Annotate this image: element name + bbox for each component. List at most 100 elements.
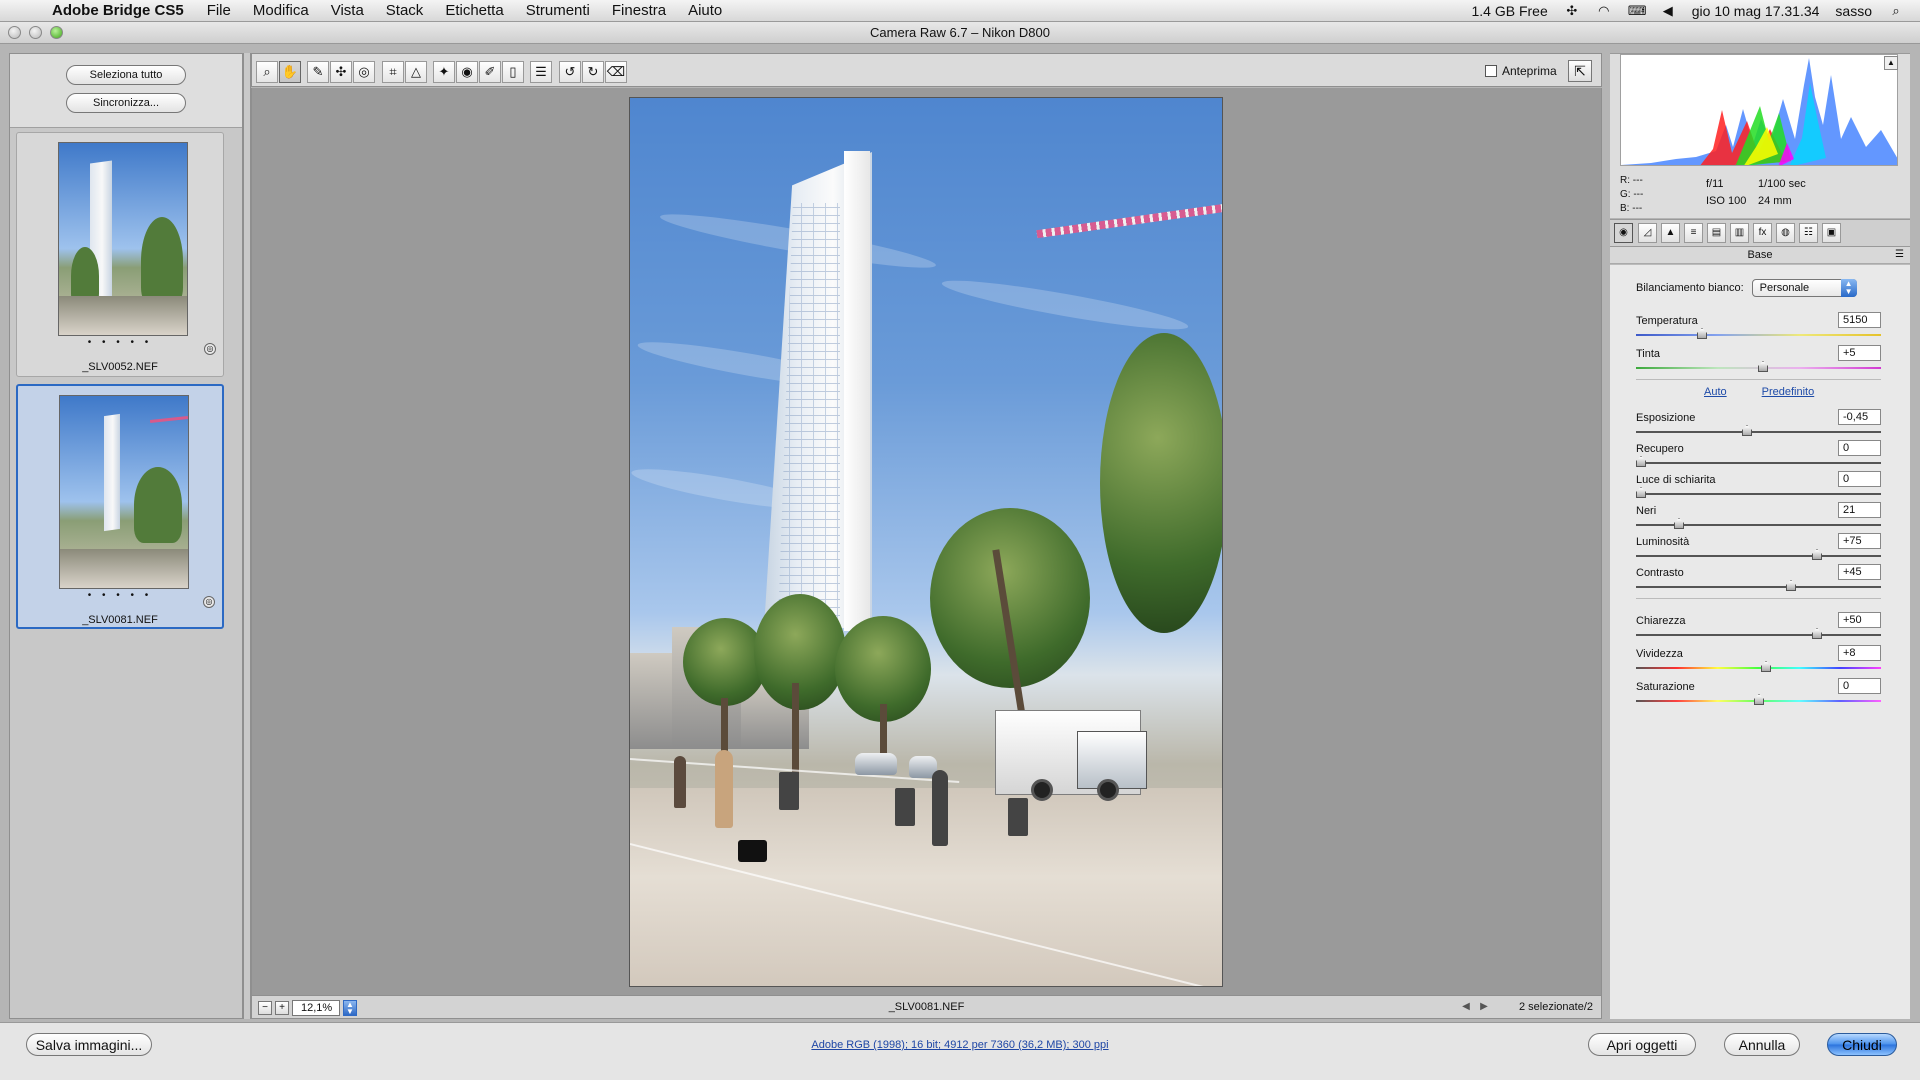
menu-file[interactable]: File (196, 2, 242, 19)
date-time[interactable]: gio 10 mag 17.31.34 (1692, 3, 1820, 19)
settings-badge-icon[interactable]: ◎ (203, 596, 215, 608)
thumbnail-slv0052[interactable]: • • • • • ◎ _SLV0052.NEF (16, 132, 224, 377)
menu-aiuto[interactable]: Aiuto (677, 2, 733, 19)
menu-stack[interactable]: Stack (375, 2, 435, 19)
slider-value[interactable]: 0 (1838, 440, 1881, 456)
slider-value[interactable]: +5 (1838, 345, 1881, 361)
slider-thumb[interactable] (1812, 549, 1822, 560)
slider-track[interactable] (1636, 462, 1881, 464)
zoom-window-icon[interactable] (50, 26, 63, 39)
rotate-left-icon[interactable]: ↺ (559, 61, 581, 83)
slider-track[interactable] (1636, 555, 1881, 557)
slider-track[interactable] (1636, 334, 1881, 336)
select-all-button[interactable]: Seleziona tutto (66, 65, 186, 85)
bluetooth-icon[interactable]: ✣ (1564, 3, 1580, 18)
fullscreen-toggle-icon[interactable]: ⇱ (1568, 60, 1592, 82)
highlight-clipping-warning-icon[interactable]: ▲ (1884, 56, 1898, 70)
camera-calibration-icon[interactable]: ◍ (1776, 223, 1795, 243)
rotate-right-icon[interactable]: ↻ (582, 61, 604, 83)
close-button[interactable]: Chiudi (1827, 1033, 1897, 1056)
white-balance-select[interactable]: Personale ▲ ▼ (1751, 279, 1857, 297)
slider-track[interactable] (1636, 586, 1881, 588)
open-objects-button[interactable]: Apri oggetti (1588, 1033, 1696, 1056)
volume-icon[interactable]: ◀ (1660, 3, 1676, 18)
synchronize-button[interactable]: Sincronizza... (66, 93, 186, 113)
cancel-button[interactable]: Annulla (1724, 1033, 1800, 1056)
menu-etichetta[interactable]: Etichetta (434, 2, 514, 19)
lens-corrections-icon[interactable]: ▥ (1730, 223, 1749, 243)
preview-checkbox[interactable] (1485, 65, 1497, 77)
slider-track[interactable] (1636, 431, 1881, 433)
rating-dots[interactable]: • • • • • (17, 337, 223, 348)
auto-link[interactable]: Auto (1704, 386, 1727, 398)
thumbnail-image-slv0081[interactable] (59, 395, 189, 589)
straighten-tool-icon[interactable]: △ (405, 61, 427, 83)
slider-track[interactable] (1636, 524, 1881, 526)
color-sampler-tool-icon[interactable]: ✣ (330, 61, 352, 83)
preferences-icon[interactable]: ☰ (530, 61, 552, 83)
slider-thumb[interactable] (1697, 328, 1707, 339)
slider-track[interactable] (1636, 634, 1881, 636)
thumbnail-slv0081[interactable]: • • • • • ◎ _SLV0081.NEF (16, 384, 224, 629)
slider-thumb[interactable] (1674, 518, 1684, 529)
slider-thumb[interactable] (1636, 487, 1646, 498)
slider-value[interactable]: 0 (1838, 471, 1881, 487)
panel-splitter[interactable] (243, 53, 251, 1019)
presets-icon[interactable]: ☷ (1799, 223, 1818, 243)
snapshots-icon[interactable]: ▣ (1822, 223, 1841, 243)
slider-value[interactable]: 0 (1838, 678, 1881, 694)
tone-curve-icon[interactable]: ◿ (1638, 223, 1657, 243)
targeted-adjustment-tool-icon[interactable]: ◎ (353, 61, 375, 83)
graduated-filter-icon[interactable]: ▯ (502, 61, 524, 83)
user-name[interactable]: sasso (1835, 3, 1872, 19)
effects-icon[interactable]: fx (1753, 223, 1772, 243)
close-window-icon[interactable] (8, 26, 21, 39)
settings-badge-icon[interactable]: ◎ (204, 343, 216, 355)
basic-panel-icon[interactable]: ◉ (1614, 223, 1633, 243)
hsl-grayscale-icon[interactable]: ≡ (1684, 223, 1703, 243)
previous-image-icon[interactable]: ◀ (1461, 1001, 1471, 1013)
menu-vista[interactable]: Vista (320, 2, 375, 19)
trash-icon[interactable]: ⌫ (605, 61, 627, 83)
minimize-window-icon[interactable] (29, 26, 42, 39)
crop-tool-icon[interactable]: ⌗ (382, 61, 404, 83)
slider-value[interactable]: -0,45 (1838, 409, 1881, 425)
slider-value[interactable]: 21 (1838, 502, 1881, 518)
application-name[interactable]: Adobe Bridge CS5 (38, 2, 196, 19)
slider-thumb[interactable] (1761, 661, 1771, 672)
split-toning-icon[interactable]: ▤ (1707, 223, 1726, 243)
slider-thumb[interactable] (1754, 694, 1764, 705)
menu-modifica[interactable]: Modifica (242, 2, 320, 19)
panel-menu-icon[interactable]: ☰ (1895, 247, 1904, 263)
slider-track[interactable] (1636, 493, 1881, 495)
spotlight-search-icon[interactable]: ⌕ (1888, 3, 1904, 18)
slider-value[interactable]: +45 (1838, 564, 1881, 580)
main-preview-image[interactable] (629, 97, 1223, 987)
slider-value[interactable]: +8 (1838, 645, 1881, 661)
menu-strumenti[interactable]: Strumenti (515, 2, 601, 19)
select-arrows-icon[interactable]: ▲ ▼ (1840, 279, 1857, 297)
preview-toggle[interactable]: Anteprima (1485, 64, 1557, 78)
next-image-icon[interactable]: ▶ (1479, 1001, 1489, 1013)
slider-value[interactable]: 5150 (1838, 312, 1881, 328)
menu-finestra[interactable]: Finestra (601, 2, 677, 19)
detail-icon[interactable]: ▲ (1661, 223, 1680, 243)
slider-thumb[interactable] (1786, 580, 1796, 591)
spot-removal-tool-icon[interactable]: ✦ (433, 61, 455, 83)
rating-dots[interactable]: • • • • • (18, 590, 222, 601)
adjustment-brush-icon[interactable]: ✐ (479, 61, 501, 83)
default-link[interactable]: Predefinito (1762, 386, 1815, 398)
slider-value[interactable]: +50 (1838, 612, 1881, 628)
slider-value[interactable]: +75 (1838, 533, 1881, 549)
slider-thumb[interactable] (1636, 456, 1646, 467)
slider-thumb[interactable] (1742, 425, 1752, 436)
slider-thumb[interactable] (1812, 628, 1822, 639)
red-eye-tool-icon[interactable]: ◉ (456, 61, 478, 83)
keyboard-icon[interactable]: ⌨ (1628, 3, 1647, 18)
wifi-icon[interactable]: ◠ (1596, 3, 1612, 18)
slider-track[interactable] (1636, 667, 1881, 669)
thumbnail-image-slv0052[interactable] (58, 142, 188, 336)
hand-tool-icon[interactable]: ✋ (279, 61, 301, 83)
white-balance-tool-icon[interactable]: ✎ (307, 61, 329, 83)
zoom-tool-icon[interactable]: ⌕ (256, 61, 278, 83)
